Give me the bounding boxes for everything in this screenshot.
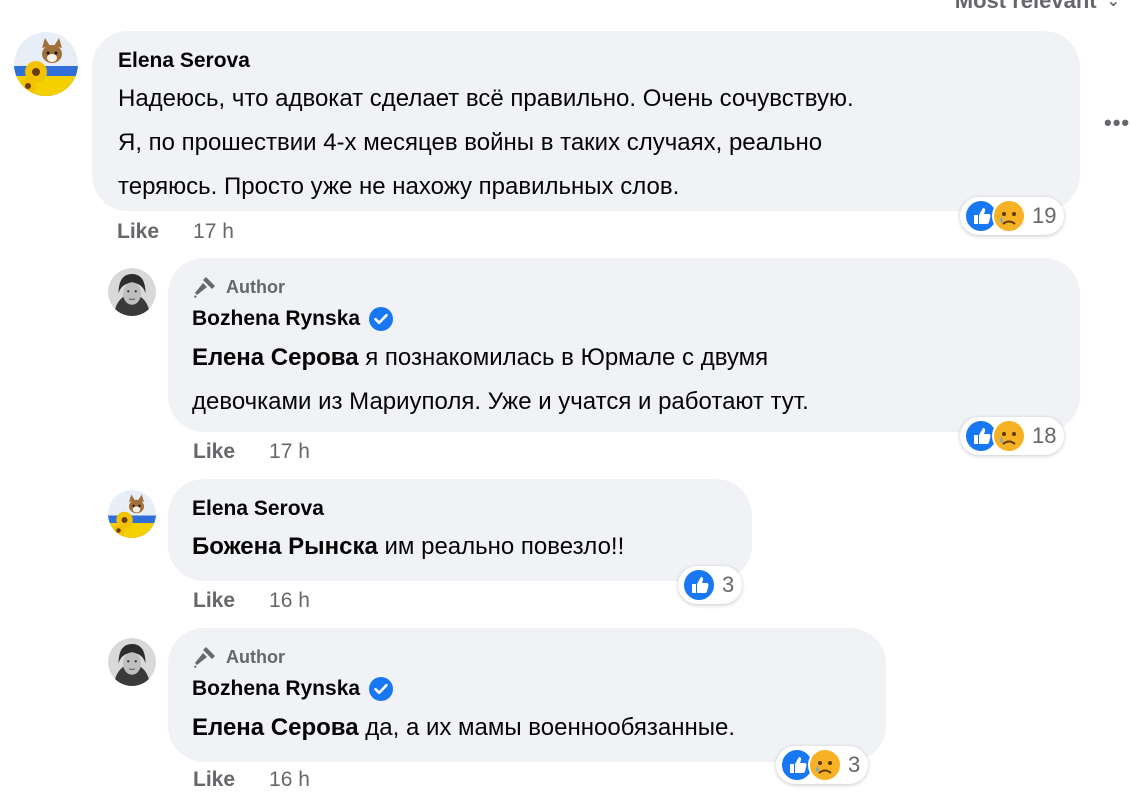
reactions-summary[interactable]: 18 [960, 417, 1065, 455]
more-options-button[interactable]: ••• [1104, 110, 1130, 136]
timestamp[interactable]: 16 h [269, 768, 310, 792]
comment-bubble: Author Bozhena Rynska Елена Серова да, а… [168, 628, 886, 762]
comment-meta: Like 16 h [193, 768, 310, 792]
author-badge: Author [192, 644, 862, 670]
like-button[interactable]: Like [193, 589, 235, 613]
comment-bubble: Elena Serova Надеюсь, что адвокат сделае… [92, 31, 1080, 211]
sad-reaction-icon [992, 419, 1026, 453]
timestamp[interactable]: 17 h [269, 440, 310, 464]
timestamp[interactable]: 16 h [269, 589, 310, 613]
comment-bubble: Elena Serova Божена Рынска им реально по… [168, 479, 752, 581]
like-button[interactable]: Like [117, 220, 159, 244]
comment-author[interactable]: Elena Serova [192, 497, 728, 521]
sort-label: Most relevant [954, 0, 1097, 13]
author-badge-label: Author [226, 646, 285, 667]
author-badge: Author [192, 274, 1056, 300]
like-button[interactable]: Like [193, 768, 235, 792]
reaction-count: 18 [1032, 423, 1057, 448]
comment-author[interactable]: Bozhena Rynska [192, 306, 1056, 332]
microphone-icon [194, 647, 215, 668]
chevron-down-icon: ⌄ [1106, 0, 1120, 10]
comment-bubble: Author Bozhena Rynska Елена Серова я поз… [168, 258, 1080, 432]
reactions-summary[interactable]: 19 [960, 197, 1065, 235]
avatar[interactable] [108, 638, 156, 686]
comment-text: Надеюсь, что адвокат сделает всё правиль… [118, 85, 854, 200]
comment-author[interactable]: Elena Serova [118, 49, 1054, 73]
mention-link[interactable]: Елена Серова [192, 344, 359, 371]
reaction-count: 3 [848, 752, 861, 777]
avatar[interactable] [108, 490, 156, 538]
sad-reaction-icon [808, 748, 842, 782]
avatar[interactable] [108, 268, 156, 316]
reactions-summary[interactable]: 3 [678, 566, 743, 604]
like-button[interactable]: Like [193, 440, 235, 464]
like-reaction-icon [682, 568, 716, 602]
timestamp[interactable]: 17 h [193, 220, 234, 244]
comment-author[interactable]: Bozhena Rynska [192, 676, 862, 702]
comment-meta: Like 17 h [117, 220, 234, 244]
sad-reaction-icon [992, 199, 1026, 233]
author-badge-label: Author [226, 276, 285, 297]
reaction-count: 3 [722, 572, 735, 597]
microphone-icon [194, 277, 215, 298]
verified-icon [368, 306, 395, 332]
comment-text: Божена Рынска им реально повезло!! [192, 533, 625, 560]
reaction-count: 19 [1032, 203, 1057, 228]
avatar[interactable] [14, 32, 78, 96]
mention-link[interactable]: Божена Рынска [192, 533, 378, 560]
verified-icon [368, 676, 395, 702]
comment-text: Елена Серова да, а их мамы военнообязанн… [192, 714, 736, 741]
sort-dropdown[interactable]: Most relevant ⌄ [955, 0, 1120, 14]
mention-link[interactable]: Елена Серова [192, 714, 359, 741]
comment-meta: Like 17 h [193, 440, 310, 464]
comment-text: Елена Серова я познакомилась в Юрмале с … [192, 344, 809, 415]
reactions-summary[interactable]: 3 [776, 746, 869, 784]
comment-meta: Like 16 h [193, 589, 310, 613]
